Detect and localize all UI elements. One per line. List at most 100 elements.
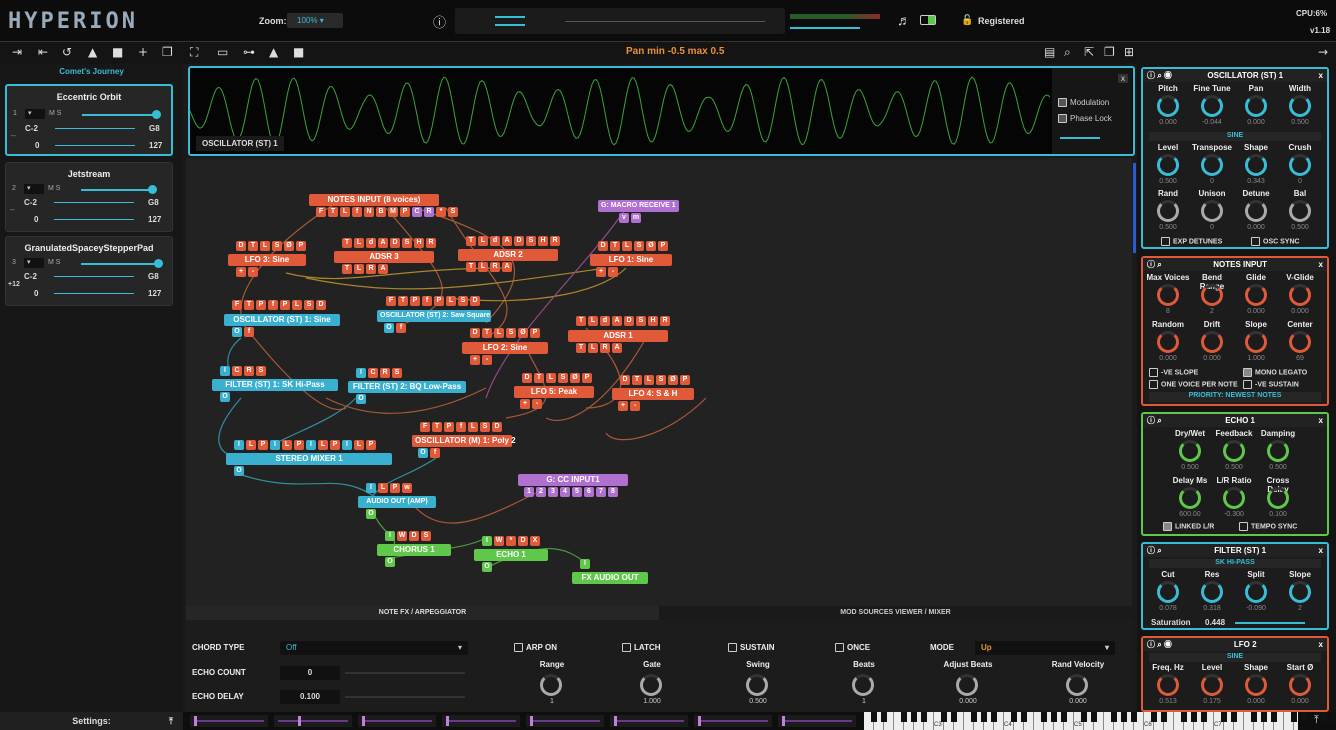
node-lfo1[interactable]: LFO 1: Sine <box>590 254 672 266</box>
zoom-select[interactable]: 100% ▾ <box>287 13 343 28</box>
osc1-out[interactable]: Of <box>232 327 254 337</box>
knob[interactable] <box>1289 581 1311 603</box>
node-graph[interactable]: NOTES INPUT (8 voices) F T Lf N B M P C R * S G: M… <box>186 158 1136 609</box>
node-filter1[interactable]: FILTER (ST) 1: SK Hi-Pass <box>212 379 338 391</box>
lfo3-ports[interactable]: DTLSØP <box>236 241 306 251</box>
macro-slider[interactable] <box>358 715 436 727</box>
velocity-range[interactable] <box>55 145 135 146</box>
volume-handle[interactable] <box>148 185 157 194</box>
channel-select[interactable]: ▾ <box>24 258 44 268</box>
knob[interactable] <box>1289 331 1311 353</box>
node-notes-input[interactable]: NOTES INPUT (8 voices) <box>309 194 439 206</box>
upload-icon[interactable]: ⤒ <box>1314 714 1319 727</box>
close-icon[interactable]: x <box>1118 74 1128 83</box>
saturation-slider[interactable] <box>1235 622 1305 624</box>
node-osc1[interactable]: OSCILLATOR (ST) 1: Sine <box>224 314 340 326</box>
settings-button[interactable]: Settings: ⤒ <box>0 712 183 730</box>
chorus-ports[interactable]: IWDS <box>385 531 431 541</box>
close-icon[interactable]: x <box>1319 258 1323 271</box>
echo-out[interactable]: O <box>482 562 492 572</box>
audio-out-out[interactable]: O <box>366 509 376 519</box>
info-icon[interactable]: ⓘ ⌕ ◉ <box>1147 69 1172 82</box>
duplicate-icon[interactable]: ❐ <box>1104 45 1115 59</box>
echo-count-field[interactable]: 0 <box>280 666 340 680</box>
modulation-toggle[interactable]: Modulation <box>1058 98 1109 108</box>
macro-slider[interactable] <box>610 715 688 727</box>
echo-ports[interactable]: I W * D X <box>482 536 540 546</box>
audio-out-ports[interactable]: ILPw <box>366 483 412 493</box>
mute-solo[interactable]: M S <box>48 185 60 192</box>
knob[interactable] <box>1245 284 1267 306</box>
arp-knob[interactable] <box>852 674 874 696</box>
fit-icon[interactable]: ⛶ <box>190 45 198 60</box>
search-doc-icon[interactable]: ⌕ <box>1064 45 1071 60</box>
knob[interactable] <box>1157 674 1179 696</box>
velocity-range[interactable] <box>54 219 134 220</box>
load-icon[interactable]: ▲ <box>88 45 97 59</box>
collapse-left-icon[interactable]: ⇤ <box>38 45 48 59</box>
phase-lock-toggle[interactable]: Phase Lock <box>1058 114 1112 124</box>
tab-mod-sources[interactable]: MOD SOURCES VIEWER / MIXER <box>659 606 1132 620</box>
knob[interactable] <box>1245 674 1267 696</box>
adsr1-ports[interactable]: TLdADSHR <box>576 316 670 326</box>
mixer-out[interactable]: O <box>234 466 244 476</box>
node-lfo5[interactable]: LFO 5: Peak <box>514 386 594 398</box>
chord-type-select[interactable]: Off ▾ <box>280 641 468 655</box>
volume-slider[interactable] <box>81 263 156 265</box>
mute-solo[interactable]: M S <box>48 259 60 266</box>
mono-legato-checkbox[interactable]: MONO LEGATO <box>1243 368 1307 377</box>
priority-select[interactable]: PRIORITY: NEWEST NOTES <box>1149 392 1321 402</box>
knob[interactable] <box>1157 95 1179 117</box>
knob[interactable] <box>1201 154 1223 176</box>
piano-keyboard[interactable]: C3 C4 C5 C6 C7 <box>864 712 1336 730</box>
knob[interactable] <box>1201 200 1223 222</box>
adsr3-ports[interactable]: TLdADSHR <box>342 238 436 248</box>
arp-on-checkbox[interactable]: ARP ON <box>514 643 557 653</box>
lfo5-ports[interactable]: DTLSØP <box>522 373 592 383</box>
close-icon[interactable]: x <box>1319 544 1323 557</box>
arp-knob[interactable] <box>956 674 978 696</box>
lfo4-out[interactable]: + - <box>618 401 640 411</box>
wave-select[interactable]: SINE <box>1149 132 1321 141</box>
add-icon[interactable]: + <box>138 45 148 59</box>
knob[interactable] <box>1289 95 1311 117</box>
import-icon[interactable]: ▲ <box>269 45 278 59</box>
preset-card[interactable]: Jetstream 2 ▾ M S -- C-2 G8 0 127 <box>5 162 173 232</box>
volume-slider[interactable] <box>82 114 157 116</box>
preset-card[interactable]: GranulatedSpaceyStepperPad 3 ▾ M S +12 C… <box>5 236 173 306</box>
image-icon[interactable]: ▭ <box>217 45 228 59</box>
knob[interactable] <box>1245 200 1267 222</box>
lfo5-out[interactable]: + - <box>520 399 542 409</box>
info-icon[interactable]: ⓘ <box>433 12 446 31</box>
volume-slider[interactable] <box>81 189 156 191</box>
volume-handle[interactable] <box>154 259 163 268</box>
node-lfo4[interactable]: LFO 4: S & H <box>612 388 694 400</box>
preset-card[interactable]: Eccentric Orbit 1 ▾ M S -- C-2 G8 0 127 <box>5 84 173 156</box>
osc2-out[interactable]: Of <box>384 323 406 333</box>
knob[interactable] <box>1201 284 1223 306</box>
macro-slider[interactable] <box>526 715 604 727</box>
knob[interactable] <box>1201 581 1223 603</box>
save-icon[interactable]: ■ <box>112 45 123 59</box>
info-icon[interactable]: ⓘ ⌕ ◉ <box>1147 638 1172 651</box>
arp-knob[interactable] <box>1066 674 1088 696</box>
adsr2-ports[interactable]: TLdADSHR <box>466 236 560 246</box>
cc-ports[interactable]: 12345678 <box>524 487 618 497</box>
vertical-scrollbar[interactable] <box>1133 163 1136 253</box>
knob[interactable] <box>1157 200 1179 222</box>
node-adsr3[interactable]: ADSR 3 <box>334 251 434 263</box>
knob[interactable] <box>1157 284 1179 306</box>
lfo2-out[interactable]: + - <box>470 355 492 365</box>
collapse-right-icon[interactable]: ⇥ <box>12 45 22 59</box>
info-icon[interactable]: ⓘ ⌕ <box>1147 544 1162 557</box>
note-range[interactable] <box>54 276 134 277</box>
knob[interactable] <box>1201 95 1223 117</box>
adsr1-out[interactable]: TLRA <box>576 343 622 353</box>
fx-out-ports[interactable]: I <box>580 559 590 569</box>
filter-type-select[interactable]: SK HI-PASS <box>1149 559 1321 568</box>
lfo3-out[interactable]: + - <box>236 267 258 277</box>
arrow-right-icon[interactable]: → <box>1318 45 1328 59</box>
knob[interactable] <box>1289 674 1311 696</box>
info-icon[interactable]: ⓘ ⌕ <box>1147 414 1162 427</box>
knob[interactable] <box>1157 581 1179 603</box>
